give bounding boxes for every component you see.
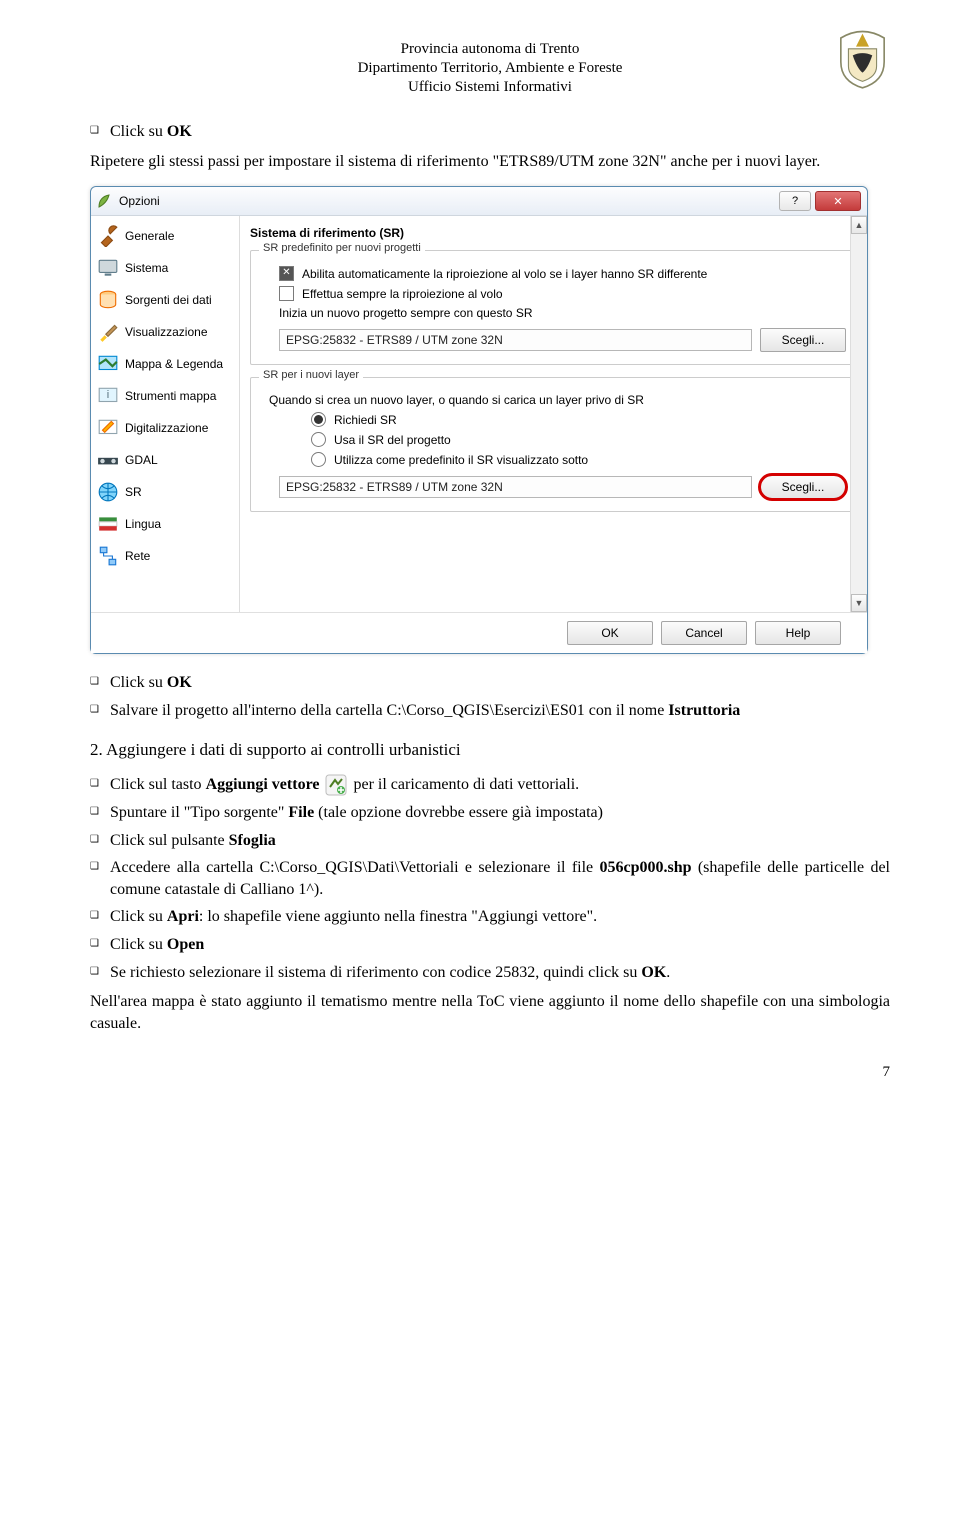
sidebar-item-strumenti[interactable]: iStrumenti mappa [91,380,239,412]
radio-predefinito-sotto[interactable] [311,452,326,467]
input-project-sr[interactable] [279,329,752,351]
scroll-up-icon[interactable]: ▲ [851,216,867,234]
sidebar-item-gdal[interactable]: GDAL [91,444,239,476]
section-title: Sistema di riferimento (SR) [250,226,857,240]
sidebar-item-mappa[interactable]: Mappa & Legenda [91,348,239,380]
bullet-aggiungi-vettore: ❑ Click sul tasto Aggiungi vettore per i… [90,774,890,796]
bullet-square-icon: ❑ [90,962,110,982]
scegli-button-1[interactable]: Scegli... [760,328,846,352]
groupbox-legend-1: SR predefinito per nuovi progetti [259,242,425,254]
info-icon: i [97,385,119,407]
globe-icon [97,481,119,503]
sidebar-item-digitalizzazione[interactable]: Digitalizzazione [91,412,239,444]
svg-text:i: i [107,390,109,402]
dialog-sidebar: Generale Sistema Sorgenti dei dati Visua… [91,216,240,612]
radio-richiedi-sr[interactable] [311,412,326,427]
bullet-accedere: ❑ Accedere alla cartella C:\Corso_QGIS\D… [90,857,890,900]
groupbox-sr-layer: SR per i nuovi layer Quando si crea un n… [250,377,857,512]
help-footer-button[interactable]: Help [755,621,841,645]
sidebar-item-sistema[interactable]: Sistema [91,252,239,284]
sidebar-item-lingua[interactable]: Lingua [91,508,239,540]
bullet-square-icon: ❑ [90,672,110,692]
brush-icon [97,321,119,343]
help-button[interactable]: ? [779,191,811,211]
label-layer-desc: Quando si crea un nuovo layer, o quando … [269,393,846,407]
checkbox-autoreproject[interactable] [279,266,294,281]
sidebar-item-visualizzazione[interactable]: Visualizzazione [91,316,239,348]
groupbox-legend-2: SR per i nuovi layer [259,369,363,381]
wrench-icon [97,225,119,247]
close-button[interactable]: ✕ [815,191,861,211]
input-layer-sr[interactable] [279,476,752,498]
dialog-footer: OK Cancel Help [91,612,867,653]
paragraph-finale: Nell'area mappa è stato aggiunto il tema… [90,991,890,1034]
bullet-square-icon: ❑ [90,700,110,720]
bullet-click-ok-2: ❑ Click su OK [90,672,890,694]
bullet-square-icon: ❑ [90,934,110,954]
header-line3: Ufficio Sistemi Informativi [358,78,623,97]
flag-icon [97,513,119,535]
header-line2: Dipartimento Territorio, Ambiente e Fore… [358,59,623,78]
dialog-opzioni: Opzioni ? ✕ Generale Sistema Sorgenti de… [90,186,868,654]
label-new-project-sr: Inizia un nuovo progetto sempre con ques… [279,306,846,320]
sidebar-item-generale[interactable]: Generale [91,220,239,252]
database-icon [97,289,119,311]
bullet-click-ok: ❑ Click su OK [90,121,890,143]
bullet-tipo-sorgente: ❑ Spuntare il "Tipo sorgente" File (tale… [90,802,890,824]
bullet-codice: ❑ Se richiesto selezionare il sistema di… [90,962,890,984]
dialog-main: Sistema di riferimento (SR) SR predefini… [240,216,867,612]
bullet-apri: ❑ Click su Apri: lo shapefile viene aggi… [90,906,890,928]
add-vector-icon [325,774,347,796]
monitor-icon [97,257,119,279]
app-leaf-icon [97,193,113,209]
gdal-icon [97,449,119,471]
scroll-down-icon[interactable]: ▼ [851,594,867,612]
page-number: 7 [90,1064,890,1081]
map-icon [97,353,119,375]
scegli-button-2[interactable]: Scegli... [760,475,846,499]
sidebar-item-sr[interactable]: SR [91,476,239,508]
section-2-heading: 2. Aggiungere i dati di supporto ai cont… [90,740,890,760]
bullet-square-icon: ❑ [90,121,110,141]
groupbox-sr-progetti: SR predefinito per nuovi progetti Abilit… [250,250,857,365]
bullet-open: ❑ Click su Open [90,934,890,956]
sidebar-item-sorgenti[interactable]: Sorgenti dei dati [91,284,239,316]
paragraph-ripetere: Ripetere gli stessi passi per impostare … [90,151,890,173]
checkbox-always-reproject[interactable] [279,286,294,301]
bullet-square-icon: ❑ [90,802,110,822]
radio-usa-sr-progetto[interactable] [311,432,326,447]
network-icon [97,545,119,567]
bullet-sfoglia: ❑ Click sul pulsante Sfoglia [90,830,890,852]
ok-button[interactable]: OK [567,621,653,645]
page-header-text: Provincia autonoma di Trento Dipartiment… [358,40,623,96]
bullet-square-icon: ❑ [90,774,110,794]
bullet-square-icon: ❑ [90,830,110,850]
bullet-square-icon: ❑ [90,857,110,877]
crest-logo [835,25,890,90]
vertical-scrollbar[interactable]: ▲ ▼ [850,216,867,612]
cancel-button[interactable]: Cancel [661,621,747,645]
bullet-square-icon: ❑ [90,906,110,926]
sidebar-item-rete[interactable]: Rete [91,540,239,572]
dialog-title: Opzioni [119,194,775,208]
header-line1: Provincia autonoma di Trento [358,40,623,59]
pencil-icon [97,417,119,439]
dialog-titlebar: Opzioni ? ✕ [91,187,867,216]
bullet-save: ❑ Salvare il progetto all'interno della … [90,700,890,722]
